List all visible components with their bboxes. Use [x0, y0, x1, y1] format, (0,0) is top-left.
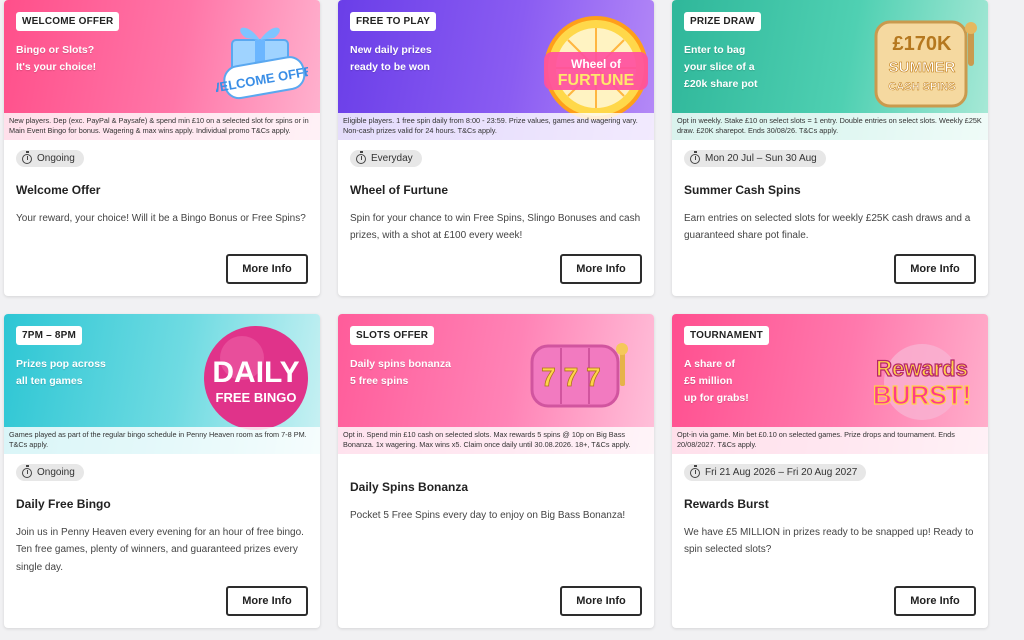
stopwatch-icon — [22, 150, 32, 164]
more-info-button[interactable]: More Info — [894, 254, 976, 284]
schedule-badge: Mon 20 Jul – Sun 30 Aug — [684, 150, 826, 167]
svg-text:CASH SPINS: CASH SPINS — [888, 81, 955, 93]
schedule-text: Mon 20 Jul – Sun 30 Aug — [705, 153, 817, 164]
promo-headline: Daily spins bonanza 5 free spins — [350, 358, 451, 387]
promo-headline: Prizes pop across all ten games — [16, 358, 106, 387]
promo-terms: Opt in weekly. Stake £10 on select slots… — [672, 113, 988, 140]
svg-text:FURTUNE: FURTUNE — [558, 72, 635, 89]
promo-description: Earn entries on selected slots for weekl… — [684, 212, 971, 242]
prize-wheel-icon: Wheel of FURTUNE — [544, 16, 648, 120]
promo-banner[interactable]: WELCOME OFFER Bingo or Slots? It's your … — [4, 0, 320, 140]
more-info-button[interactable]: More Info — [226, 586, 308, 616]
schedule-badge: Ongoing — [16, 150, 84, 167]
bingo-ball-icon: DAILY FREE BINGO — [204, 326, 308, 430]
promo-description: Join us in Penny Heaven every evening fo… — [16, 526, 304, 573]
svg-text:Wheel of: Wheel of — [571, 57, 622, 71]
promo-title: Daily Free Bingo — [16, 496, 111, 511]
promo-tag: FREE TO PLAY — [350, 12, 437, 31]
promo-title: Summer Cash Spins — [684, 182, 801, 197]
stopwatch-icon — [690, 464, 700, 478]
schedule-text: Ongoing — [37, 467, 75, 478]
promo-card-welcome-offer: WELCOME OFFER Bingo or Slots? It's your … — [4, 0, 320, 296]
promo-headline: New daily prizes ready to be won — [350, 44, 432, 73]
schedule-text: Fri 21 Aug 2026 – Fri 20 Aug 2027 — [705, 467, 858, 478]
promo-terms: Opt-in via game. Min bet £0.10 on select… — [672, 427, 988, 454]
promo-banner[interactable]: 7PM – 8PM Prizes pop across all ten game… — [4, 314, 320, 454]
promo-banner[interactable]: PRIZE DRAW Enter to bag your slice of a … — [672, 0, 988, 140]
promo-title: Welcome Offer — [16, 182, 101, 197]
promo-headline: Enter to bag your slice of a £20k share … — [684, 44, 758, 90]
slot-machine-icon: 777 — [530, 343, 628, 408]
schedule-badge: Fri 21 Aug 2026 – Fri 20 Aug 2027 — [684, 464, 867, 481]
promo-description: Your reward, your choice! Will it be a B… — [16, 212, 306, 224]
schedule-badge: Everyday — [350, 150, 422, 167]
more-info-button[interactable]: More Info — [226, 254, 308, 284]
more-info-button[interactable]: More Info — [560, 254, 642, 284]
promo-card-daily-free-bingo: 7PM – 8PM Prizes pop across all ten game… — [4, 314, 320, 628]
promo-card-daily-spins-bonanza: SLOTS OFFER Daily spins bonanza 5 free s… — [338, 314, 654, 628]
promo-card-wheel-of-furtune: FREE TO PLAY New daily prizes ready to b… — [338, 0, 654, 296]
promo-tag: SLOTS OFFER — [350, 326, 435, 345]
gift-box-icon: WELCOME OFFER — [216, 27, 308, 100]
promo-title: Daily Spins Bonanza — [350, 480, 469, 494]
promo-description: We have £5 MILLION in prizes ready to be… — [684, 526, 974, 556]
promo-title: Wheel of Furtune — [350, 182, 448, 197]
promo-card-summer-cash-spins: PRIZE DRAW Enter to bag your slice of a … — [672, 0, 988, 296]
promo-terms: Games played as part of the regular bing… — [4, 427, 320, 454]
slot-reel-icon: £170K SUMMER CASH SPINS — [874, 20, 977, 108]
promo-headline: A share of £5 million up for grabs! — [684, 358, 749, 404]
promo-banner[interactable]: TOURNAMENT A share of £5 million up for … — [672, 314, 988, 454]
svg-text:DAILY: DAILY — [212, 356, 299, 389]
svg-text:777: 777 — [541, 362, 608, 392]
promo-card-rewards-burst: TOURNAMENT A share of £5 million up for … — [672, 314, 988, 628]
promo-terms: Eligible players. 1 free spin daily from… — [338, 113, 654, 140]
promo-tag: TOURNAMENT — [684, 326, 769, 345]
promo-tag: PRIZE DRAW — [684, 12, 761, 31]
rewards-burst-icon: Rewards BURST! — [872, 344, 972, 420]
promo-title: Rewards Burst — [684, 496, 769, 511]
promo-tag: WELCOME OFFER — [16, 12, 120, 31]
schedule-text: Ongoing — [37, 153, 75, 164]
svg-text:FREE BINGO: FREE BINGO — [216, 390, 297, 405]
stopwatch-icon — [356, 150, 366, 164]
stopwatch-icon — [690, 150, 700, 164]
promo-description: Spin for your chance to win Free Spins, … — [350, 212, 641, 242]
promo-tag: 7PM – 8PM — [16, 326, 83, 345]
more-info-button[interactable]: More Info — [894, 586, 976, 616]
promo-description: Pocket 5 Free Spins every day to enjoy o… — [350, 510, 626, 521]
schedule-badge: Ongoing — [16, 464, 84, 481]
promo-terms: New players. Dep (exc. PayPal & Paysafe)… — [4, 113, 320, 140]
svg-text:Rewards: Rewards — [876, 356, 968, 381]
svg-text:£170K: £170K — [893, 33, 952, 55]
more-info-button[interactable]: More Info — [560, 586, 642, 616]
promo-banner[interactable]: SLOTS OFFER Daily spins bonanza 5 free s… — [338, 314, 654, 454]
svg-text:SUMMER: SUMMER — [889, 59, 956, 76]
promotions-grid: WELCOME OFFER Bingo or Slots? It's your … — [0, 0, 1024, 640]
schedule-text: Everyday — [371, 153, 413, 164]
stopwatch-icon — [22, 464, 32, 478]
promo-banner[interactable]: FREE TO PLAY New daily prizes ready to b… — [338, 0, 654, 140]
promo-terms: Opt in. Spend min £10 cash on selected s… — [338, 427, 654, 454]
promo-headline: Bingo or Slots? It's your choice! — [16, 44, 97, 73]
svg-text:BURST!: BURST! — [873, 380, 971, 410]
